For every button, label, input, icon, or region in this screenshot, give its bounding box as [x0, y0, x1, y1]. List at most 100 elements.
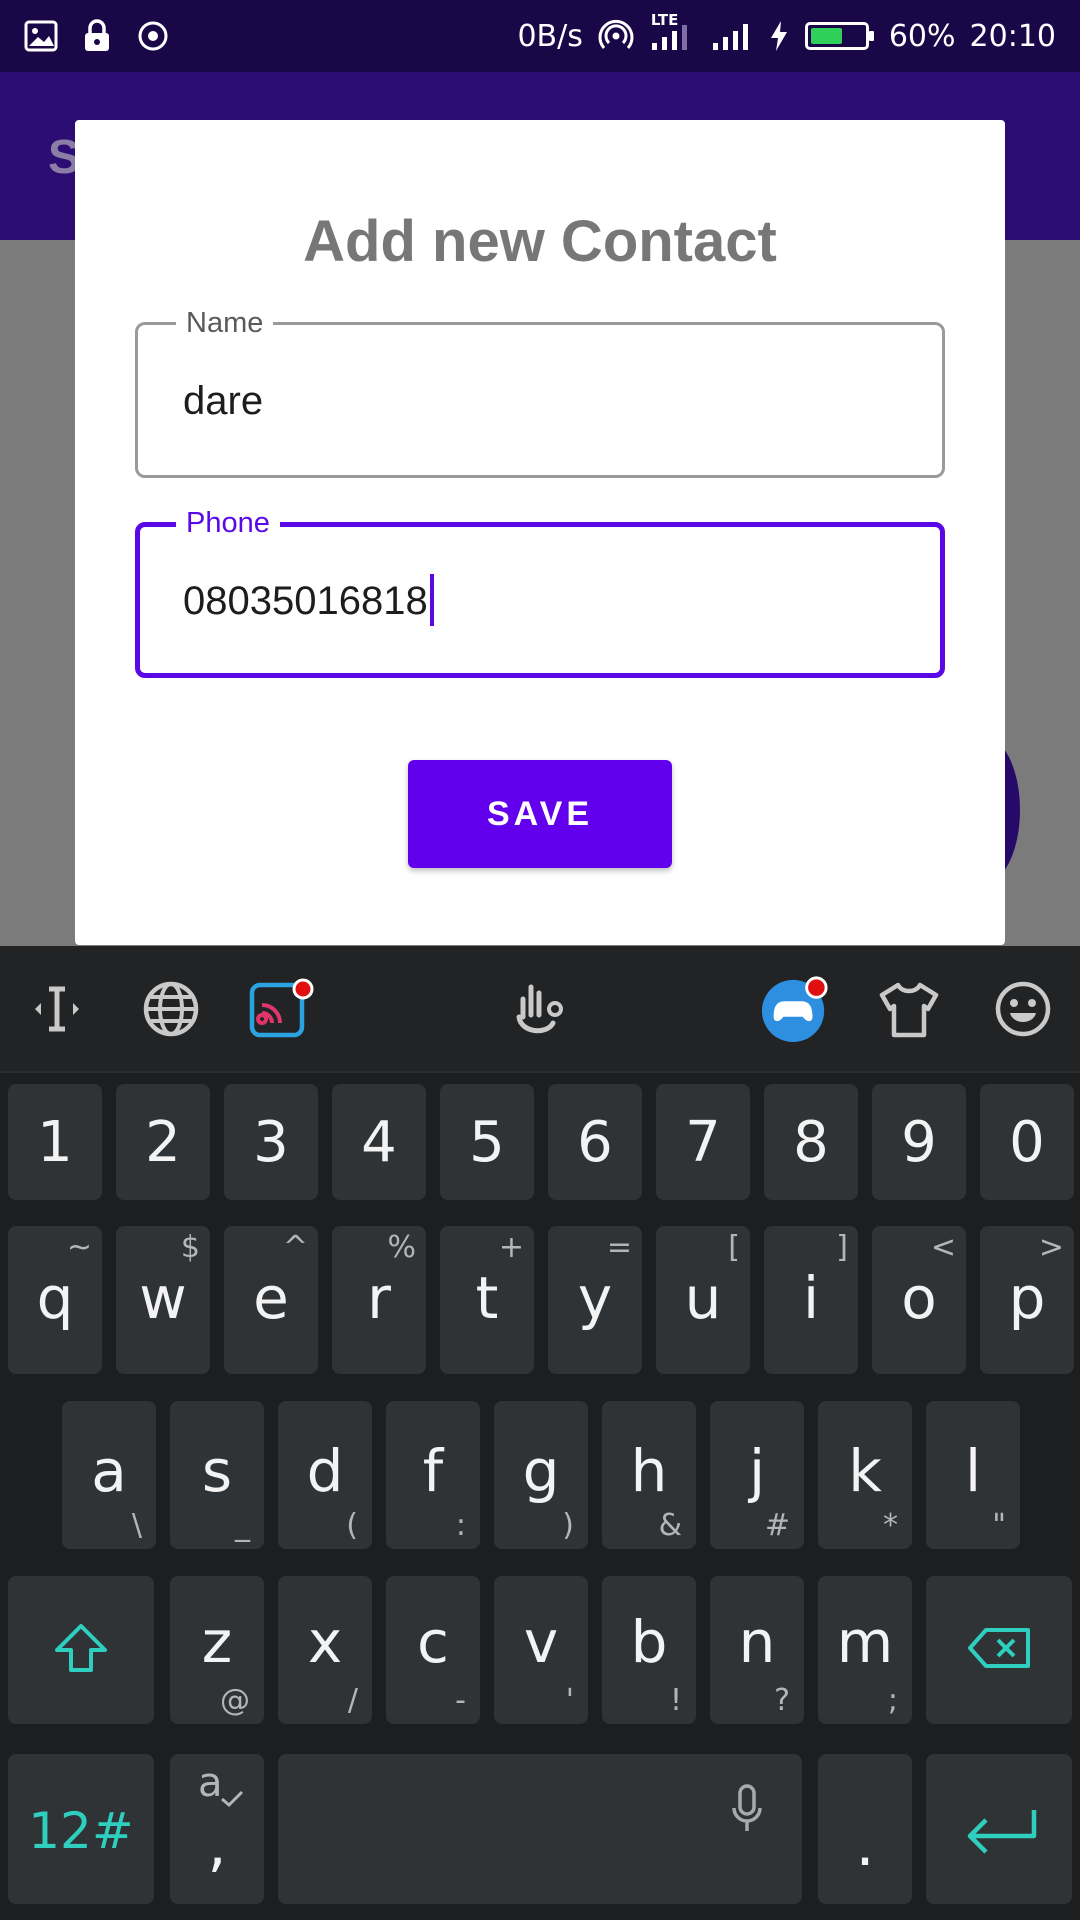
- charging-icon: [767, 17, 791, 55]
- key-o[interactable]: o <: [872, 1226, 966, 1374]
- keyboard-toolbar: [0, 946, 1080, 1073]
- key-label: m: [836, 1608, 894, 1676]
- key-hint: >: [1038, 1230, 1064, 1265]
- key-label: 8: [793, 1110, 829, 1175]
- key-7[interactable]: 7: [656, 1084, 750, 1200]
- key-label: c: [417, 1608, 449, 1676]
- comma-key[interactable]: a ,: [170, 1754, 264, 1904]
- key-d[interactable]: d(: [278, 1401, 372, 1549]
- space-key[interactable]: [278, 1754, 802, 1904]
- key-p[interactable]: p >: [980, 1226, 1074, 1374]
- key-h[interactable]: h &: [602, 1401, 696, 1549]
- key-label: f: [422, 1437, 444, 1505]
- key-w[interactable]: w $: [116, 1226, 210, 1374]
- key-hint: $: [180, 1230, 200, 1265]
- key-label: p: [1008, 1264, 1046, 1332]
- key-9[interactable]: 9: [872, 1084, 966, 1200]
- key-label: 4: [361, 1110, 397, 1175]
- globe-icon[interactable]: [136, 974, 206, 1044]
- cast-icon[interactable]: [246, 974, 316, 1044]
- key-hint: ": [992, 1508, 1006, 1543]
- key-e[interactable]: e ^: [224, 1226, 318, 1374]
- key-k[interactable]: k *: [818, 1401, 912, 1549]
- key-f[interactable]: f:: [386, 1401, 480, 1549]
- enter-key[interactable]: [926, 1754, 1072, 1904]
- gallery-notification-icon: [22, 17, 60, 55]
- key-s[interactable]: s _: [170, 1401, 264, 1549]
- key-n[interactable]: n?: [710, 1576, 804, 1724]
- key-a[interactable]: a \: [62, 1401, 156, 1549]
- key-hint: *: [883, 1508, 898, 1543]
- key-hint: %: [387, 1230, 416, 1265]
- key-label: 9: [901, 1110, 937, 1175]
- key-x[interactable]: x /: [278, 1576, 372, 1724]
- lte-label: LTE: [650, 11, 679, 29]
- key-label: r: [367, 1264, 391, 1332]
- key-1[interactable]: 1: [8, 1084, 102, 1200]
- gesture-hand-icon[interactable]: [504, 974, 574, 1044]
- key-z[interactable]: z @: [170, 1576, 264, 1724]
- phone-field[interactable]: Phone 08035016818: [135, 503, 945, 678]
- key-u[interactable]: u[: [656, 1226, 750, 1374]
- key-hint: ): [562, 1508, 574, 1543]
- key-hint: [: [728, 1230, 740, 1265]
- text-cursor-icon[interactable]: [22, 974, 92, 1044]
- key-hint: ': [565, 1683, 574, 1718]
- key-y[interactable]: y =: [548, 1226, 642, 1374]
- emoji-icon[interactable]: [988, 974, 1058, 1044]
- key-0[interactable]: 0: [980, 1084, 1074, 1200]
- key-8[interactable]: 8: [764, 1084, 858, 1200]
- key-hint: #: [764, 1508, 790, 1543]
- key-5[interactable]: 5: [440, 1084, 534, 1200]
- checkmark-icon: [221, 1790, 244, 1808]
- key-label: g: [522, 1437, 560, 1505]
- key-label: u: [684, 1264, 722, 1332]
- key-hint: ^: [282, 1230, 308, 1265]
- network-speed: 0B/s: [517, 18, 583, 54]
- shift-key[interactable]: [8, 1576, 154, 1724]
- key-6[interactable]: 6: [548, 1084, 642, 1200]
- key-label: x: [307, 1608, 343, 1676]
- period-key[interactable]: .: [818, 1754, 912, 1904]
- name-field[interactable]: Name dare: [135, 303, 945, 478]
- key-i[interactable]: i]: [764, 1226, 858, 1374]
- key-label: y: [577, 1264, 613, 1332]
- key-b[interactable]: b!: [602, 1576, 696, 1724]
- key-label: 3: [253, 1110, 289, 1175]
- lte-signal-icon: LTE: [649, 11, 695, 55]
- backspace-key[interactable]: [926, 1576, 1072, 1724]
- key-g[interactable]: g): [494, 1401, 588, 1549]
- phone-field-value-wrap: 08035016818: [183, 574, 434, 627]
- key-label: q: [36, 1264, 74, 1332]
- key-hint: @: [220, 1683, 250, 1718]
- phone-field-value: 08035016818: [183, 579, 428, 623]
- battery-icon: [804, 22, 874, 50]
- key-label: a: [91, 1437, 127, 1505]
- key-hint: <: [930, 1230, 956, 1265]
- key-3[interactable]: 3: [224, 1084, 318, 1200]
- key-label: i: [802, 1264, 820, 1332]
- key-4[interactable]: 4: [332, 1084, 426, 1200]
- key-t[interactable]: t +: [440, 1226, 534, 1374]
- symbols-key[interactable]: 12#: [8, 1754, 154, 1904]
- game-controller-icon[interactable]: [760, 974, 830, 1044]
- key-r[interactable]: r%: [332, 1226, 426, 1374]
- key-l[interactable]: l ": [926, 1401, 1020, 1549]
- key-j[interactable]: j #: [710, 1401, 804, 1549]
- key-v[interactable]: v ': [494, 1576, 588, 1724]
- key-label: w: [139, 1264, 187, 1332]
- key-label: 2: [145, 1110, 181, 1175]
- key-2[interactable]: 2: [116, 1084, 210, 1200]
- key-m[interactable]: m;: [818, 1576, 912, 1724]
- save-button[interactable]: SAVE: [408, 760, 672, 868]
- record-icon: [134, 17, 172, 55]
- key-label: o: [901, 1264, 937, 1332]
- key-hint: =: [606, 1230, 632, 1265]
- keyboard: 1234567890 q ~ w $ e ^ r% t + y = u[i] o < p > a \ s _ d(f:…: [0, 946, 1080, 1920]
- key-c[interactable]: c-: [386, 1576, 480, 1724]
- key-label: b: [630, 1608, 668, 1676]
- key-label: 6: [577, 1110, 613, 1175]
- key-label: t: [475, 1264, 499, 1332]
- key-q[interactable]: q ~: [8, 1226, 102, 1374]
- theme-shirt-icon[interactable]: [874, 974, 944, 1044]
